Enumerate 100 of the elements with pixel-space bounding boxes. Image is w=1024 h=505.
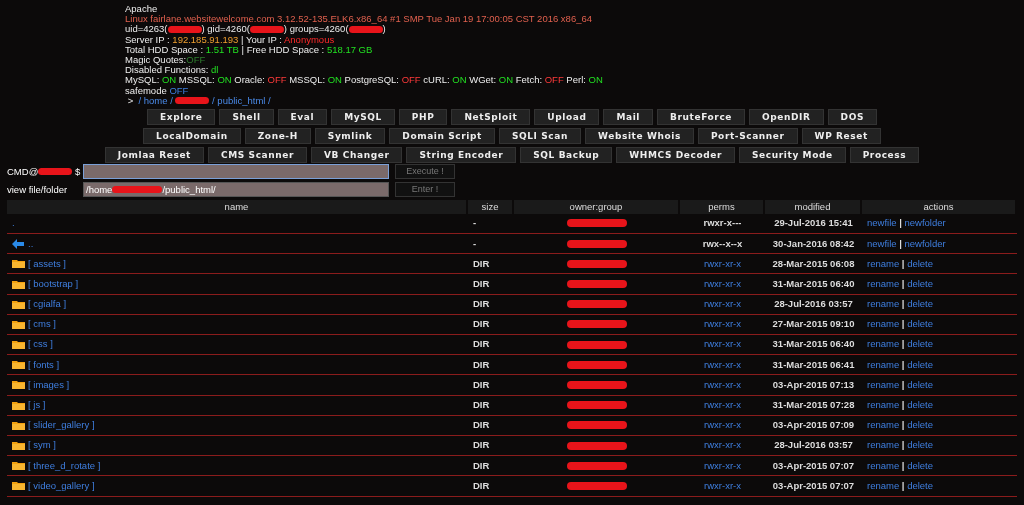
file-link[interactable]: [ images ] xyxy=(28,377,70,393)
action-link[interactable]: rename xyxy=(867,276,900,292)
menu-button[interactable]: DOS xyxy=(827,108,877,125)
redaction-mark xyxy=(567,280,627,289)
prompt-text: CMD@ xyxy=(7,164,39,179)
file-link[interactable]: [ assets ] xyxy=(28,256,66,271)
permissions-link[interactable]: rwxr-xr-x xyxy=(704,256,741,271)
action-link[interactable]: delete xyxy=(907,377,934,393)
menu-button[interactable]: Eval xyxy=(277,108,328,125)
menu-button[interactable]: Shell xyxy=(219,108,274,125)
menu-button[interactable]: WP Reset xyxy=(801,127,881,144)
action-link[interactable]: rename xyxy=(867,418,900,433)
file-link[interactable]: [ three_d_rotate ] xyxy=(28,458,101,473)
action-link[interactable]: rename xyxy=(867,398,900,413)
action-link[interactable]: rename xyxy=(867,478,900,494)
menu-button[interactable]: Jomlaa Reset xyxy=(104,146,204,163)
action-link[interactable]: delete xyxy=(907,478,934,494)
menu-button[interactable]: Upload xyxy=(534,108,600,125)
back-arrow-icon[interactable] xyxy=(12,238,24,249)
menu-button[interactable]: Symlink xyxy=(314,127,386,144)
table-cell-text: 31-Mar-2015 06:40 xyxy=(771,276,856,291)
menu-button[interactable]: CMS Scanner xyxy=(208,146,308,163)
action-link[interactable]: delete xyxy=(907,438,934,453)
action-link[interactable]: delete xyxy=(907,256,934,271)
redaction-mark xyxy=(167,25,202,33)
permissions-link[interactable]: rwxr-xr-x xyxy=(704,297,741,312)
path-link[interactable]: / public_html / xyxy=(209,95,271,106)
menu-button[interactable]: Website Whois xyxy=(585,127,694,144)
table-cell-text: 31-Mar-2015 06:40 xyxy=(771,337,856,352)
menu-button[interactable]: Zone-H xyxy=(244,127,311,144)
action-link[interactable]: newfile xyxy=(867,216,897,231)
table-cell-text: 29-Jul-2016 15:41 xyxy=(773,216,854,231)
menu-button[interactable]: NetSploit xyxy=(451,108,531,125)
menu-button[interactable]: VB Changer xyxy=(311,146,403,163)
permissions-link[interactable]: rwxr-xr-x xyxy=(704,276,741,292)
action-link[interactable]: delete xyxy=(907,337,934,352)
info-text: Disabled Functions: dl xyxy=(125,65,219,76)
menu-button[interactable]: SQLI Scan xyxy=(498,127,581,144)
permissions-link[interactable]: rwxr-xr-x xyxy=(704,317,741,332)
file-link[interactable]: [ video_gallery ] xyxy=(28,478,95,494)
separator-text: | xyxy=(900,438,906,453)
action-link[interactable]: newfolder xyxy=(904,236,946,251)
permissions-link[interactable]: rwxr-xr-x xyxy=(704,398,741,413)
action-link[interactable]: delete xyxy=(907,357,934,372)
file-link[interactable]: [ cms ] xyxy=(28,317,56,332)
column-header: modified xyxy=(765,199,862,214)
menu-button[interactable]: WHMCS Decoder xyxy=(616,146,736,163)
action-link[interactable]: delete xyxy=(907,398,934,413)
execute-button[interactable]: Execute ! xyxy=(395,164,455,180)
file-link[interactable]: .. xyxy=(28,236,34,251)
path-link[interactable]: > / home / xyxy=(125,95,176,106)
action-link[interactable]: delete xyxy=(907,458,934,473)
menu-button[interactable]: LocalDomain xyxy=(143,127,241,144)
file-link[interactable]: [ fonts ] xyxy=(28,357,60,372)
menu-button[interactable]: Port-Scanner xyxy=(697,127,798,144)
menu-button[interactable]: Domain Script xyxy=(389,127,495,144)
action-link[interactable]: rename xyxy=(867,377,900,393)
menu-button[interactable]: String Encoder xyxy=(406,146,517,163)
action-link[interactable]: rename xyxy=(867,256,900,271)
permissions-link[interactable]: rwxr-xr-x xyxy=(704,418,741,433)
action-link[interactable]: rename xyxy=(867,337,900,352)
menu-button[interactable]: Mail xyxy=(603,108,654,125)
action-link[interactable]: rename xyxy=(867,317,900,332)
permissions-link[interactable]: rwxr-xr-x xyxy=(704,337,741,352)
menu-button[interactable]: SQL Backup xyxy=(520,146,613,163)
menu-button[interactable]: PHP xyxy=(398,108,448,125)
action-link[interactable]: delete xyxy=(907,418,934,433)
permissions-link[interactable]: rwxr-xr-x xyxy=(704,438,741,453)
action-link[interactable]: delete xyxy=(907,297,934,312)
menu-button[interactable]: Security Mode xyxy=(739,146,846,163)
redaction-mark xyxy=(567,259,627,268)
menu-button[interactable]: Process xyxy=(849,146,920,163)
enter-button[interactable]: Enter ! xyxy=(395,182,455,198)
file-link[interactable]: [ cgialfa ] xyxy=(28,297,67,312)
menu-button[interactable]: MySQL xyxy=(331,108,395,125)
action-link[interactable]: delete xyxy=(907,276,934,292)
menu-button[interactable]: BruteForce xyxy=(657,108,746,125)
column-header: name xyxy=(7,199,468,214)
action-link[interactable]: newfolder xyxy=(904,216,946,231)
file-link[interactable]: [ bootstrap ] xyxy=(28,276,79,292)
action-link[interactable]: rename xyxy=(867,297,900,312)
file-link[interactable]: [ css ] xyxy=(28,337,53,352)
file-link[interactable]: [ slider_gallery ] xyxy=(28,418,95,433)
action-link[interactable]: rename xyxy=(867,357,900,372)
action-link[interactable]: delete xyxy=(907,317,934,332)
command-input[interactable] xyxy=(83,164,389,180)
permissions-link[interactable]: rwxr-xr-x xyxy=(704,478,741,494)
permissions-link[interactable]: rwxr-xr-x xyxy=(704,377,741,393)
file-link[interactable]: [ sym ] xyxy=(28,438,56,453)
table-cell-text: DIR xyxy=(472,276,491,291)
menu-button[interactable]: OpenDIR xyxy=(749,108,824,125)
permissions-link[interactable]: rwxr-xr-x xyxy=(704,357,741,372)
action-link[interactable]: rename xyxy=(867,458,900,473)
action-link[interactable]: newfile xyxy=(867,236,897,251)
action-link[interactable]: rename xyxy=(867,438,900,453)
file-link[interactable]: [ js ] xyxy=(28,398,46,413)
menu-button[interactable]: Explore xyxy=(147,108,216,125)
info-text: ) xyxy=(382,24,386,35)
permissions-link[interactable]: rwxr-xr-x xyxy=(704,458,741,473)
file-link[interactable]: . xyxy=(12,216,15,231)
